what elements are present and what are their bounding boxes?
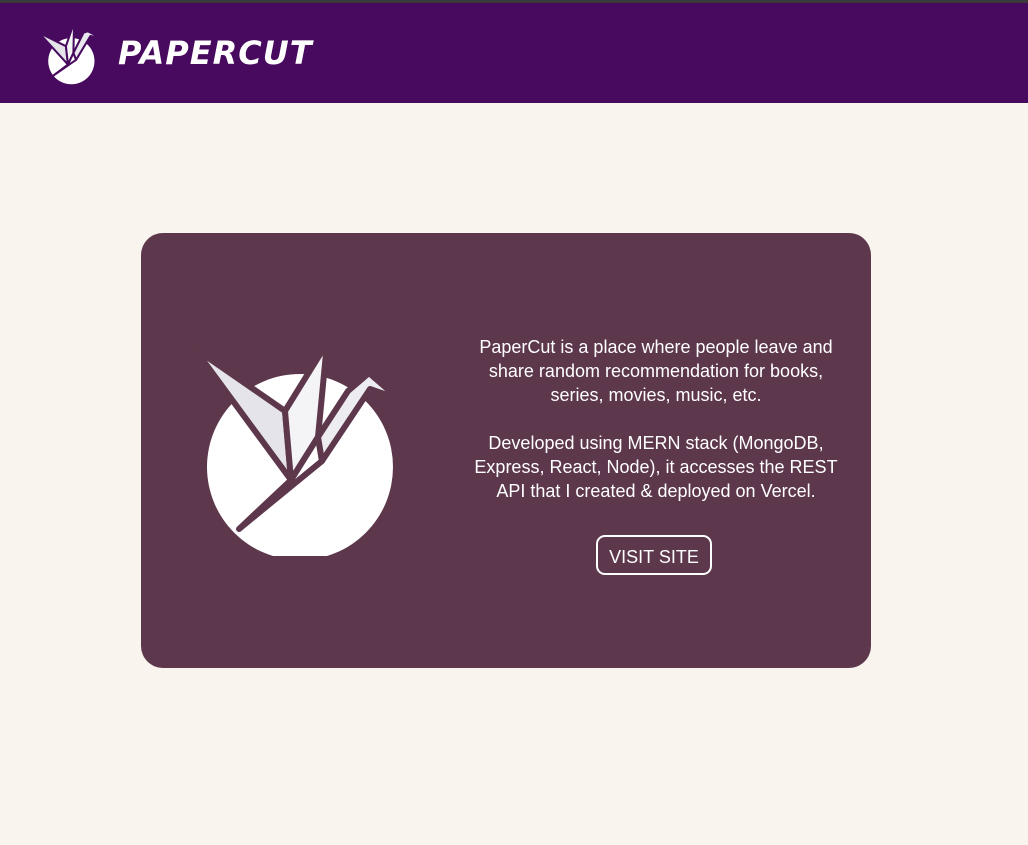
site-header: PAPERCUT: [0, 3, 1028, 103]
origami-crane-icon: [191, 341, 401, 556]
project-card: PaperCut is a place where people leave a…: [141, 233, 871, 668]
project-summary: PaperCut is a place where people leave a…: [479, 337, 833, 405]
project-description: PaperCut is a place where people leave a…: [461, 335, 851, 503]
brand-name[interactable]: PAPERCUT: [118, 33, 313, 73]
project-tech-stack: Developed using MERN stack (MongoDB, Exp…: [474, 433, 838, 501]
origami-crane-icon[interactable]: [36, 18, 104, 88]
visit-site-button[interactable]: VISIT SITE: [596, 535, 712, 575]
